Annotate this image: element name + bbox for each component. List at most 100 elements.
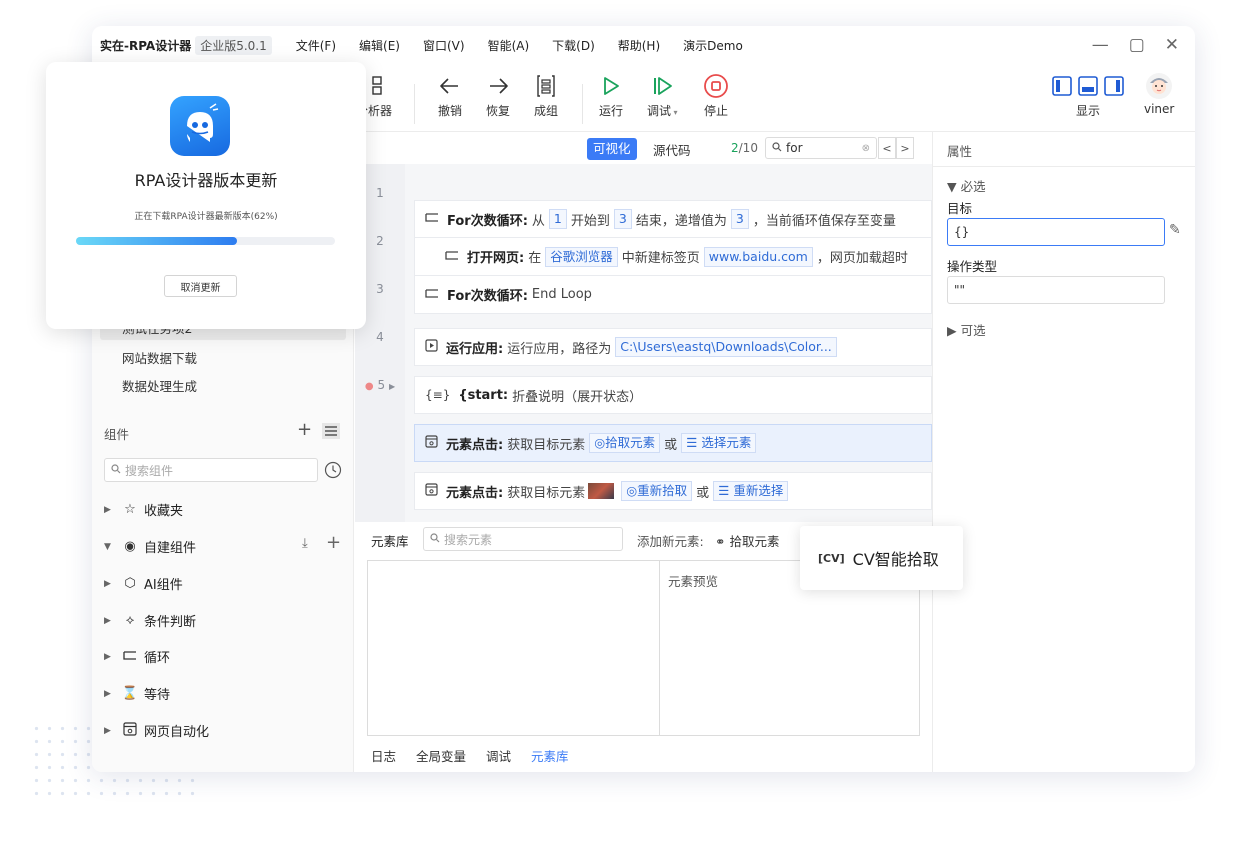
line-number[interactable]: ● 5 ▶ [355,378,405,392]
step-text: 结束，递增值为 [635,213,727,229]
next-match-button[interactable]: > [896,137,914,159]
cv-icon: [CV] [818,551,845,565]
step-text: 从 [531,213,545,229]
app-logo-icon [170,96,230,156]
list-icon[interactable] [322,423,340,443]
line-number: 4 [376,330,384,344]
tree-item-custom-components[interactable]: ▼ ◉ 自建组件 [104,537,196,556]
chevron-right-icon: ▶ [104,578,111,589]
add-icon[interactable]: + [326,532,341,553]
tree-item-label: 网页自动化 [144,725,210,740]
param-tag[interactable]: 3 [613,209,632,229]
visual-tab[interactable]: 可视化 [587,138,637,160]
element-search-placeholder: 搜索元素 [444,532,493,547]
step-keyword: 运行应用: [446,341,504,357]
expand-icon[interactable]: ▶ [389,382,395,391]
edit-icon[interactable]: ✎ [1169,222,1181,238]
update-progress-fill [76,237,237,245]
menu-download[interactable]: 下载(D) [552,37,595,54]
pick-element-button[interactable]: ◎拾取元素 [589,433,661,453]
display-button[interactable]: 显示 [1052,72,1124,119]
search-icon [772,141,782,155]
step-text: 或 [696,485,710,501]
tree-item-loop[interactable]: ▶ 循环 [104,647,170,666]
flow-editor: 可视化 源代码 2/10 for ⊗ < > 1 2 3 4 ● 5 ▶ For… [355,132,932,522]
task-item[interactable]: 网站数据下载 [122,348,197,367]
step-element-click[interactable]: 元素点击: 获取目标元素 ◎拾取元素 或 ☰ 选择元素 [414,424,932,462]
tree-item-web-automation[interactable]: ▶ 网页自动化 [104,721,209,740]
step-open-webpage[interactable]: 打开网页: 在 谷歌浏览器 中新建标签页 www.baidu.com ，网页加载… [414,238,932,276]
match-count: 2/10 [731,141,758,155]
add-icon[interactable]: + [297,419,312,440]
user-menu[interactable]: viner [1144,72,1174,116]
tree-item-label: 收藏夹 [144,504,184,519]
redo-button[interactable]: 恢复 [486,72,510,119]
list-icon: ☰ [718,483,734,498]
pick-element-button[interactable]: ⚭ 拾取元素 [715,531,779,550]
tab-debug[interactable]: 调试 [486,746,511,765]
debug-label: 调试 ▾ [647,104,678,118]
param-tag[interactable]: www.baidu.com [703,246,813,267]
select-element-button[interactable]: ☰ 选择元素 [681,433,757,453]
download-icon[interactable]: ⤓ [302,536,308,551]
find-input[interactable]: for ⊗ [765,137,877,159]
tree-item-wait[interactable]: ▶ ⌛ 等待 [104,684,170,703]
component-search-input[interactable]: 搜索组件 [104,458,318,482]
required-section-toggle[interactable]: ▼ 必选 [947,176,986,195]
element-search-input[interactable]: 搜索元素 [423,527,623,551]
minimize-button[interactable]: — [1092,35,1109,55]
element-list[interactable] [367,560,660,736]
menu-edit[interactable]: 编辑(E) [359,37,400,54]
param-tag[interactable]: 谷歌浏览器 [545,246,618,267]
menu-demo[interactable]: 演示Demo [683,37,743,54]
undo-button[interactable]: 撤销 [438,72,462,119]
history-icon[interactable] [324,461,342,483]
group-button[interactable]: 成组 [534,72,558,119]
add-element-label: 添加新元素: [637,534,704,549]
cv-pick-label: CV智能拾取 [852,550,939,569]
target-input[interactable]: {} [947,218,1165,246]
user-name: viner [1144,102,1175,116]
operation-type-input[interactable]: "" [947,276,1165,304]
step-run-app[interactable]: 运行应用: 运行应用，路径为 C:\Users\eastq\Downloads\… [414,328,932,366]
breakpoint-icon[interactable]: ● [365,381,374,392]
param-tag[interactable]: 3 [730,209,749,229]
optional-section-toggle[interactable]: ▶ 可选 [947,320,986,339]
branch-icon: ⟡ [125,613,135,628]
webpage-icon [425,483,438,499]
cv-pick-popup[interactable]: [CV] CV智能拾取 [800,526,963,590]
step-for-loop[interactable]: For次数循环: 从 1 开始到 3 结束，递增值为 3 ，当前循环值保存至变量 [414,200,932,238]
task-item[interactable]: 数据处理生成 [122,376,197,395]
source-tab[interactable]: 源代码 [653,140,691,159]
tab-element-library[interactable]: 元素库 [531,746,569,765]
param-tag[interactable]: 1 [548,209,567,229]
stop-button[interactable]: 停止 [703,72,729,119]
tree-item-favorites[interactable]: ▶ ☆ 收藏夹 [104,500,183,519]
close-button[interactable]: ✕ [1165,35,1179,55]
menu-file[interactable]: 文件(F) [296,37,336,54]
menu-help[interactable]: 帮助(H) [618,37,660,54]
loop-icon [445,250,459,264]
reselect-button[interactable]: ☰ 重新选择 [713,481,789,501]
run-button[interactable]: 运行 [599,72,623,119]
maximize-button[interactable]: ▢ [1129,35,1145,55]
menu-bar: 文件(F) 编辑(E) 窗口(V) 智能(A) 下载(D) 帮助(H) 演示De… [296,37,766,54]
param-tag[interactable]: C:\Users\eastq\Downloads\Color... [615,337,837,357]
tree-item-conditions[interactable]: ▶ ⟡ 条件判断 [104,611,196,630]
tab-log[interactable]: 日志 [371,746,396,765]
menu-smart[interactable]: 智能(A) [488,37,530,54]
cancel-update-button[interactable]: 取消更新 [164,275,237,297]
step-element-click[interactable]: 元素点击: 获取目标元素 ◎重新拾取 或 ☰ 重新选择 [414,472,932,510]
tree-item-ai-components[interactable]: ▶ ⬡ AI组件 [104,574,183,593]
tree-item-label: AI组件 [144,578,183,593]
repick-button[interactable]: ◎重新拾取 [621,481,693,501]
step-end-loop[interactable]: For次数循环: End Loop [414,276,932,314]
debug-button[interactable]: 调试 ▾ [647,72,678,119]
redo-icon [486,72,510,100]
prev-match-button[interactable]: < [878,137,896,159]
step-fold-comment[interactable]: {≡} {start: 折叠说明（展开状态） [414,376,932,414]
menu-window[interactable]: 窗口(V) [423,37,465,54]
step-text: ，当前循环值保存至变量 [752,213,896,229]
tab-global-variables[interactable]: 全局变量 [416,746,466,765]
clear-icon[interactable]: ⊗ [862,143,870,154]
